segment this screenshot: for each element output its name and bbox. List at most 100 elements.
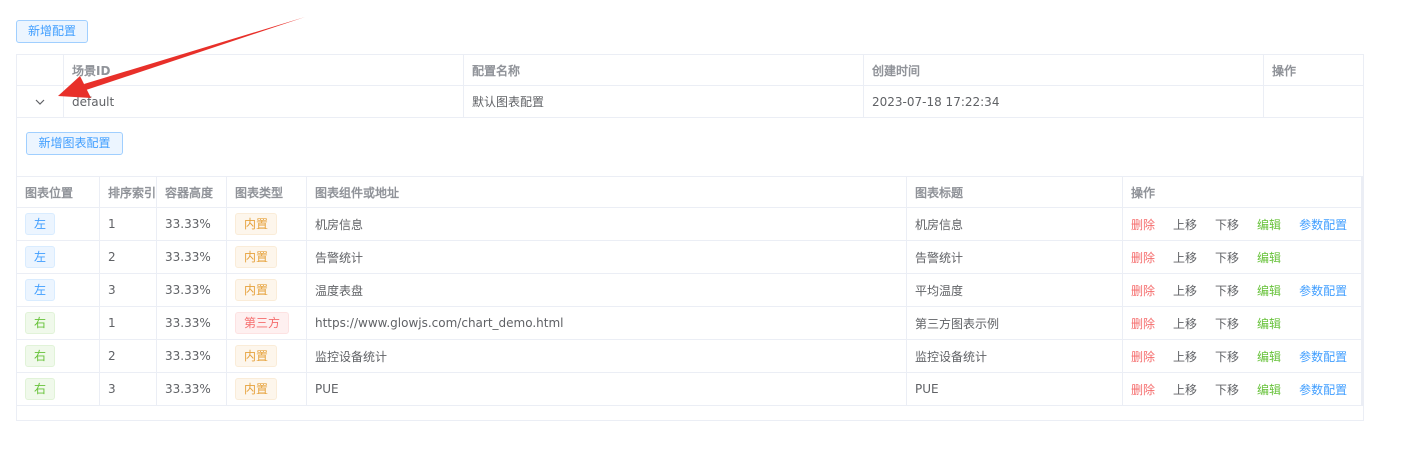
header-component: 图表组件或地址 (307, 177, 907, 207)
sort-index-cell: 3 (100, 274, 157, 306)
header-container-height: 容器高度 (157, 177, 227, 207)
sort-index-cell: 1 (100, 307, 157, 339)
chart-type-tag: 内置 (235, 378, 278, 400)
param-config-link[interactable]: 参数配置 (1299, 216, 1347, 233)
chart-title-cell: 第三方图表示例 (907, 307, 1123, 339)
sort-index-cell: 2 (100, 241, 157, 273)
edit-link[interactable]: 编辑 (1257, 249, 1281, 266)
type-cell: 内置 (227, 274, 307, 306)
position-tag: 右 (25, 345, 56, 367)
edit-link[interactable]: 编辑 (1257, 348, 1281, 365)
move-up-link[interactable]: 上移 (1173, 348, 1197, 365)
chart-title-cell: 机房信息 (907, 208, 1123, 240)
position-cell: 左 (17, 208, 100, 240)
move-down-link[interactable]: 下移 (1215, 249, 1239, 266)
sort-index-cell: 3 (100, 373, 157, 405)
chart-title-cell: PUE (907, 373, 1123, 405)
component-cell: https://www.glowjs.com/chart_demo.html (307, 307, 907, 339)
edit-link[interactable]: 编辑 (1257, 381, 1281, 398)
height-cell: 33.33% (157, 208, 227, 240)
position-cell: 右 (17, 307, 100, 339)
delete-link[interactable]: 删除 (1131, 216, 1155, 233)
config-table-header: 场景ID 配置名称 创建时间 操作 (17, 55, 1363, 86)
chart-title-cell: 告警统计 (907, 241, 1123, 273)
delete-link[interactable]: 删除 (1131, 315, 1155, 332)
type-cell: 内置 (227, 373, 307, 405)
move-up-link[interactable]: 上移 (1173, 381, 1197, 398)
delete-link[interactable]: 删除 (1131, 282, 1155, 299)
type-cell: 内置 (227, 241, 307, 273)
delete-link[interactable]: 删除 (1131, 348, 1155, 365)
move-down-link[interactable]: 下移 (1215, 315, 1239, 332)
type-cell: 内置 (227, 340, 307, 372)
header-expand-col (17, 55, 64, 85)
delete-link[interactable]: 删除 (1131, 249, 1155, 266)
header-chart-actions: 操作 (1123, 177, 1363, 207)
param-config-link[interactable]: 参数配置 (1299, 381, 1347, 398)
expanded-row-content: 新增图表配置 图表位置 排序索引 容器高度 图表类型 图表组件或地址 图表标题 … (17, 118, 1363, 420)
position-cell: 右 (17, 340, 100, 372)
table-row: 右 3 33.33% 内置 PUE PUE 删除 上移 下移 编辑 参数配置 (17, 373, 1363, 406)
position-tag: 右 (25, 312, 56, 334)
edit-link[interactable]: 编辑 (1257, 282, 1281, 299)
chart-title-cell: 平均温度 (907, 274, 1123, 306)
actions-cell (1264, 86, 1363, 117)
chart-type-tag: 第三方 (235, 312, 290, 334)
chart-actions-cell: 删除 上移 下移 编辑 参数配置 (1123, 373, 1363, 405)
header-created-at: 创建时间 (864, 55, 1264, 85)
move-down-link[interactable]: 下移 (1215, 381, 1239, 398)
chart-actions-cell: 删除 上移 下移 编辑 (1123, 307, 1363, 339)
expand-cell (17, 86, 64, 117)
delete-link[interactable]: 删除 (1131, 381, 1155, 398)
move-up-link[interactable]: 上移 (1173, 216, 1197, 233)
move-down-link[interactable]: 下移 (1215, 282, 1239, 299)
param-config-link[interactable]: 参数配置 (1299, 348, 1347, 365)
header-chart-position: 图表位置 (17, 177, 100, 207)
add-config-button[interactable]: 新增配置 (16, 20, 88, 43)
table-row: 左 3 33.33% 内置 温度表盘 平均温度 删除 上移 下移 编辑 参数配置 (17, 274, 1363, 307)
position-cell: 左 (17, 274, 100, 306)
chart-actions-cell: 删除 上移 下移 编辑 (1123, 241, 1363, 273)
move-up-link[interactable]: 上移 (1173, 249, 1197, 266)
position-cell: 左 (17, 241, 100, 273)
move-up-link[interactable]: 上移 (1173, 315, 1197, 332)
height-cell: 33.33% (157, 307, 227, 339)
chart-config-table: 图表位置 排序索引 容器高度 图表类型 图表组件或地址 图表标题 操作 左 1 33… (17, 176, 1363, 406)
header-scene-id: 场景ID (64, 55, 464, 85)
table-row: default 默认图表配置 2023-07-18 17:22:34 (17, 86, 1363, 118)
height-cell: 33.33% (157, 241, 227, 273)
type-cell: 第三方 (227, 307, 307, 339)
chevron-down-icon[interactable] (31, 93, 49, 111)
chart-type-tag: 内置 (235, 345, 278, 367)
sort-index-cell: 2 (100, 340, 157, 372)
component-cell: PUE (307, 373, 907, 405)
type-cell: 内置 (227, 208, 307, 240)
add-chart-config-button[interactable]: 新增图表配置 (26, 132, 123, 155)
table-scroll-edge (1361, 177, 1363, 405)
header-config-name: 配置名称 (464, 55, 864, 85)
chart-title-cell: 监控设备统计 (907, 340, 1123, 372)
chart-type-tag: 内置 (235, 279, 278, 301)
component-cell: 告警统计 (307, 241, 907, 273)
position-tag: 左 (25, 279, 56, 301)
table-row: 右 1 33.33% 第三方 https://www.glowjs.com/chart_… (17, 307, 1363, 340)
edit-link[interactable]: 编辑 (1257, 216, 1281, 233)
header-sort-index: 排序索引 (100, 177, 157, 207)
edit-link[interactable]: 编辑 (1257, 315, 1281, 332)
height-cell: 33.33% (157, 373, 227, 405)
move-down-link[interactable]: 下移 (1215, 216, 1239, 233)
height-cell: 33.33% (157, 274, 227, 306)
param-config-link[interactable]: 参数配置 (1299, 282, 1347, 299)
header-chart-title: 图表标题 (907, 177, 1123, 207)
config-name-cell: 默认图表配置 (464, 86, 864, 117)
chart-type-tag: 内置 (235, 246, 278, 268)
chart-actions-cell: 删除 上移 下移 编辑 参数配置 (1123, 340, 1363, 372)
height-cell: 33.33% (157, 340, 227, 372)
move-down-link[interactable]: 下移 (1215, 348, 1239, 365)
table-row: 左 2 33.33% 内置 告警统计 告警统计 删除 上移 下移 编辑 (17, 241, 1363, 274)
component-cell: 监控设备统计 (307, 340, 907, 372)
move-up-link[interactable]: 上移 (1173, 282, 1197, 299)
sort-index-cell: 1 (100, 208, 157, 240)
position-tag: 左 (25, 246, 56, 268)
scene-id-cell: default (64, 86, 464, 117)
